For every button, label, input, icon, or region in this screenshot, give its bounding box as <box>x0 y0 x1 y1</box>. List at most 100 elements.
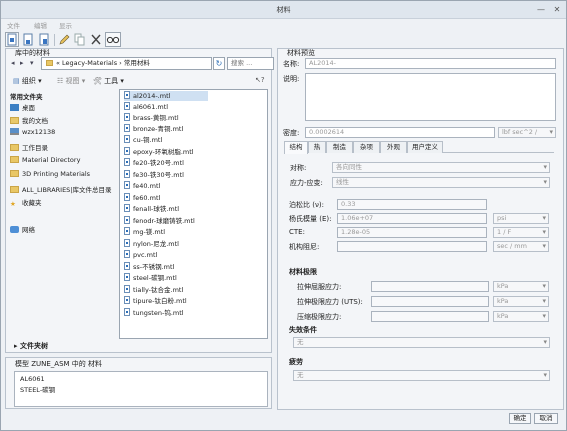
tab-thermal[interactable]: 热 <box>308 141 326 153</box>
favorite-item[interactable]: ALL_LIBRARIES|库文件总目录 <box>10 184 118 195</box>
file-item[interactable]: ss-不锈钢.mtl <box>124 262 208 272</box>
file-item[interactable]: fe20-铁20号.mtl <box>124 158 208 168</box>
file-item[interactable]: mg-镁.mtl <box>124 227 208 237</box>
name-field[interactable]: AL2014- <box>305 58 556 69</box>
model-material-item[interactable]: AL6061 <box>20 375 45 383</box>
file-item[interactable]: brass-黄铜.mtl <box>124 113 208 123</box>
favorite-item[interactable]: 网络 <box>10 224 118 235</box>
folder-tree-toggle[interactable]: ▸ 文件夹树 <box>14 341 48 351</box>
tab-user-defined[interactable]: 用户定义 <box>407 141 443 153</box>
cancel-button[interactable]: 取消 <box>534 413 558 424</box>
poisson-label: 泊松比 (ν): <box>289 201 324 209</box>
ok-button[interactable]: 确定 <box>509 413 531 424</box>
view-menu[interactable]: ☷ 视图 ▾ <box>57 76 85 86</box>
save-button[interactable] <box>21 32 35 47</box>
tab-appearance[interactable]: 外观 <box>380 141 407 153</box>
stress-strain-select[interactable]: 线性 <box>332 177 550 188</box>
organize-menu[interactable]: ▤ 组织 ▾ <box>13 76 42 86</box>
search-input[interactable]: 搜索 ... <box>227 57 274 70</box>
file-item[interactable]: fenodr-球磨铸铁.mtl <box>124 216 208 226</box>
file-item[interactable]: pvc.mtl <box>124 250 208 260</box>
failure-select[interactable]: 无 <box>293 337 550 348</box>
damping-field[interactable] <box>337 241 487 252</box>
tensile-ultimate-field[interactable] <box>371 296 489 307</box>
menu-edit[interactable]: 编辑 <box>34 20 47 30</box>
material-file-icon <box>124 147 130 155</box>
menu-view[interactable]: 显示 <box>59 20 72 30</box>
young-unit-select[interactable]: psi <box>493 213 549 224</box>
description-label: 说明: <box>283 75 300 83</box>
tensile-ultimate-label: 拉伸极限应力 (UTS): <box>297 298 363 306</box>
close-icon[interactable]: ✕ <box>550 4 564 15</box>
favorite-label: 收藏夹 <box>22 199 42 207</box>
favorite-item[interactable]: ★ 收藏夹 <box>10 197 118 208</box>
back-icon[interactable]: ◂ <box>11 59 15 67</box>
file-item[interactable]: tipure-钛白粉.mtl <box>124 296 208 306</box>
favorite-item[interactable]: Material Directory <box>10 156 118 167</box>
file-name: steel-碳钢.mtl <box>133 274 177 282</box>
file-item[interactable]: steel-碳钢.mtl <box>124 273 208 283</box>
tools-menu[interactable]: 🛠 工具 ▾ <box>93 76 124 86</box>
symmetry-select[interactable]: 各向同性 <box>332 162 550 173</box>
cte-unit-select[interactable]: 1 / F <box>493 227 549 238</box>
file-item[interactable]: epoxy-环氧树脂.mtl <box>124 147 208 157</box>
preview-button[interactable] <box>105 32 121 47</box>
file-name: fe40.mtl <box>133 182 161 190</box>
file-item[interactable]: fenall-球铁.mtl <box>124 204 208 214</box>
file-item[interactable]: fe40.mtl <box>124 181 208 191</box>
material-file-icon <box>124 135 130 143</box>
material-file-icon <box>124 216 130 224</box>
file-item[interactable]: bronze-青铜.mtl <box>124 124 208 134</box>
fatigue-title: 疲劳 <box>289 358 303 366</box>
favorite-item[interactable]: 桌面 <box>10 102 118 113</box>
description-field[interactable] <box>305 73 556 121</box>
new-material-button[interactable] <box>5 32 19 47</box>
delete-button[interactable] <box>89 32 103 47</box>
tensile-yield-field[interactable] <box>371 281 489 292</box>
poisson-field[interactable]: 0.33 <box>337 199 487 210</box>
file-item[interactable]: fe30-铁30号.mtl <box>124 170 208 180</box>
compressive-field[interactable] <box>371 311 489 322</box>
favorite-item[interactable]: 工作目录 <box>10 142 118 153</box>
young-label: 杨氏模量 (E): <box>289 215 332 223</box>
folder-icon <box>10 156 19 163</box>
documents-icon <box>10 117 19 124</box>
file-name: mg-镁.mtl <box>133 228 166 236</box>
tensile-ultimate-unit-select[interactable]: kPa <box>493 296 549 307</box>
history-chevron-icon[interactable]: ▾ <box>30 59 34 67</box>
property-tabs: 结构 热 制造 杂项 外观 用户定义 <box>284 141 554 154</box>
refresh-icon[interactable]: ↻ <box>213 57 225 70</box>
damping-unit-select[interactable]: sec / mm <box>493 241 549 252</box>
minimize-icon[interactable]: — <box>534 4 548 15</box>
path-field[interactable]: « Legacy-Materials › 常用材料 <box>41 57 212 70</box>
file-item[interactable]: tially-钛合金.mtl <box>124 285 208 295</box>
favorite-item[interactable]: wzx12138 <box>10 128 118 139</box>
help-icon[interactable]: ↖? <box>255 76 265 84</box>
edit-button[interactable] <box>57 32 71 47</box>
fatigue-select[interactable]: 无 <box>293 370 550 381</box>
file-item[interactable]: al6061.mtl <box>124 102 208 112</box>
forward-icon[interactable]: ▸ <box>20 59 24 67</box>
file-item[interactable]: fe60.mtl <box>124 193 208 203</box>
file-name: al6061.mtl <box>133 103 169 111</box>
favorite-item[interactable]: 3D Printing Materials <box>10 170 118 181</box>
network-icon <box>10 226 19 233</box>
cte-field[interactable]: 1.28e-05 <box>337 227 487 238</box>
density-field[interactable]: 0.0002614 <box>305 127 495 138</box>
copy-button[interactable] <box>73 32 87 47</box>
model-material-item[interactable]: STEEL-碳钢 <box>20 384 55 394</box>
file-item[interactable]: al2014-.mtl <box>124 91 208 101</box>
file-item[interactable]: tungsten-钨.mtl <box>124 308 208 318</box>
tab-manufacturing[interactable]: 制造 <box>326 141 353 153</box>
save-as-button[interactable] <box>37 32 51 47</box>
file-item[interactable]: nylon-尼龙.mtl <box>124 239 208 249</box>
tab-misc[interactable]: 杂项 <box>353 141 380 153</box>
file-item[interactable]: cu-铜.mtl <box>124 135 208 145</box>
young-field[interactable]: 1.06e+07 <box>337 213 487 224</box>
compressive-unit-select[interactable]: kPa <box>493 311 549 322</box>
tab-structural[interactable]: 结构 <box>284 141 308 154</box>
density-unit-select[interactable]: lbf sec^2 / <box>498 127 556 138</box>
tensile-yield-unit-select[interactable]: kPa <box>493 281 549 292</box>
menu-file[interactable]: 文件 <box>7 20 20 30</box>
favorite-item[interactable]: 我的文档 <box>10 115 118 126</box>
